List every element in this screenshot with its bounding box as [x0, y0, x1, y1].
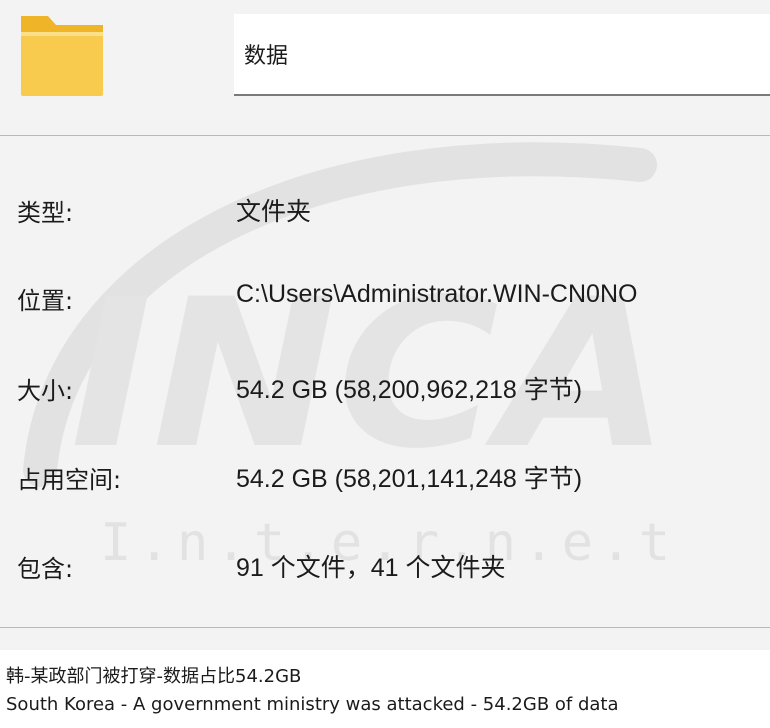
location-label: 位置:: [17, 287, 74, 315]
caption-english: South Korea - A government ministry was …: [6, 694, 619, 715]
folder-icon: [21, 16, 103, 96]
divider-bottom: [0, 627, 770, 628]
size-label: 大小:: [17, 377, 74, 405]
size-on-disk-value: 54.2 GB (58,201,141,248 字节): [236, 465, 583, 493]
type-value: 文件夹: [236, 198, 312, 226]
contains-value: 91 个文件，41 个文件夹: [236, 554, 506, 582]
type-label: 类型:: [17, 199, 74, 227]
caption-chinese: 韩-某政部门被打穿-数据占比54.2GB: [6, 666, 302, 687]
folder-name-value: 数据: [244, 44, 289, 69]
size-value: 54.2 GB (58,200,962,218 字节): [236, 376, 583, 404]
location-value: C:\Users\Administrator.WIN-CN0NO: [236, 280, 638, 308]
size-on-disk-label: 占用空间:: [17, 466, 122, 494]
divider-top: [0, 135, 770, 136]
contains-label: 包含:: [17, 555, 74, 583]
properties-panel: INCA I.n.t.e.r.n.e.t 数据 类型: 文件夹 位置: C:\U…: [0, 0, 770, 650]
folder-name-field[interactable]: 数据: [234, 14, 770, 96]
